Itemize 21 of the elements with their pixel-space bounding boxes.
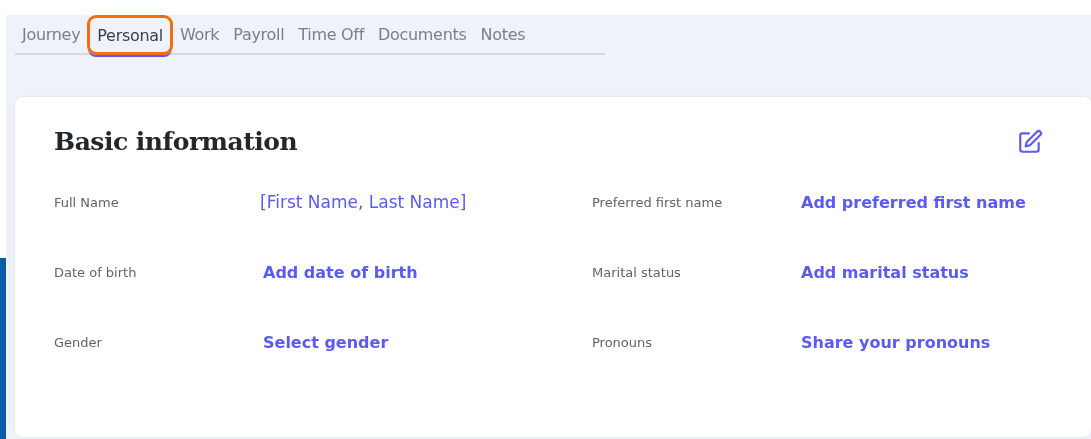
- field-label: Full Name: [54, 194, 120, 210]
- field-label: Date of birth: [54, 264, 138, 280]
- tab[interactable]: Personal: [87, 15, 173, 55]
- field-link[interactable]: Add preferred first name: [801, 192, 1043, 212]
- field-link[interactable]: Add marital status: [801, 262, 1043, 282]
- field-label: Preferred first name: [592, 194, 724, 210]
- tab[interactable]: Payroll: [226, 15, 292, 55]
- section-title: Basic information: [54, 127, 298, 156]
- field-label: Gender: [54, 334, 103, 350]
- field-link[interactable]: Select gender: [263, 332, 592, 352]
- field-link[interactable]: Share your pronouns: [801, 332, 1043, 352]
- tab[interactable]: Work: [172, 15, 227, 55]
- field-label: Marital status: [592, 264, 682, 280]
- tab[interactable]: Documents: [371, 15, 474, 55]
- field-label: Pronouns: [592, 334, 654, 350]
- field-value: [First Name, Last Name]: [260, 192, 468, 212]
- field-link[interactable]: Add date of birth: [263, 262, 592, 282]
- tab[interactable]: Journey: [15, 15, 88, 55]
- tab[interactable]: Notes: [473, 15, 533, 55]
- edit-icon[interactable]: [1017, 128, 1043, 155]
- tab[interactable]: Time Off: [291, 15, 371, 55]
